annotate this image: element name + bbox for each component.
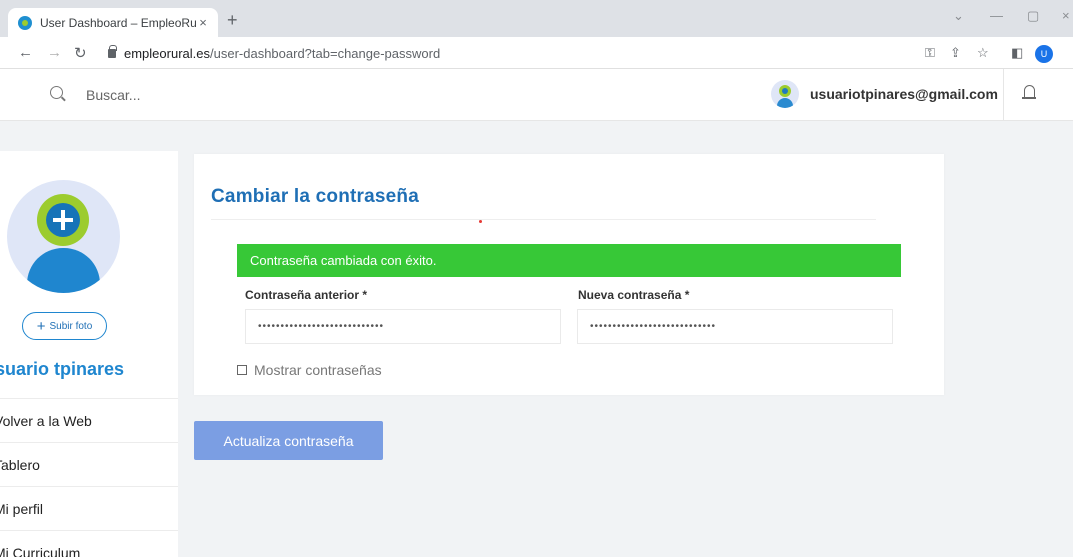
forward-arrow-icon[interactable]: →	[47, 44, 62, 61]
old-password-field[interactable]	[245, 309, 561, 344]
browser-tabstrip: User Dashboard – EmpleoRural × + ⌄ — ▢ ×	[0, 0, 1073, 37]
key-icon[interactable]: ⚿	[925, 45, 935, 61]
minimize-icon[interactable]: —	[990, 8, 1003, 23]
update-password-button[interactable]: Actualiza contraseña	[194, 421, 383, 460]
success-alert: Contraseña cambiada con éxito.	[237, 244, 901, 277]
sidebar-menu: Volver a la Web Tablero Mi perfil Mi Cur…	[0, 398, 178, 557]
divider-marker	[479, 220, 482, 223]
tab-search-icon[interactable]: ⌄	[953, 8, 964, 24]
sidebar-item-tablero[interactable]: Tablero	[0, 442, 178, 486]
url-path: /user-dashboard?tab=change-password	[210, 45, 441, 61]
site-header: usuariotpinares@gmail.com	[0, 69, 1073, 121]
search-input[interactable]	[86, 83, 286, 107]
show-passwords-label: Mostrar contraseñas	[254, 362, 382, 378]
address-bar[interactable]: empleorural.es/user-dashboard?tab=change…	[98, 41, 918, 65]
bell-icon[interactable]	[1022, 85, 1036, 99]
profile-name: Usuario tpinares	[0, 359, 125, 379]
sidepanel-icon[interactable]: ◧	[1011, 45, 1023, 61]
header-divider	[1003, 69, 1004, 121]
page-title: Cambiar la contraseña	[211, 186, 420, 207]
url-host: empleorural.es	[124, 45, 210, 61]
tab-title: User Dashboard – EmpleoRural	[40, 15, 196, 30]
star-icon[interactable]: ☆	[977, 45, 989, 61]
profile-avatar	[7, 180, 120, 293]
plus-icon: +	[36, 317, 46, 335]
show-passwords-toggle[interactable]: Mostrar contraseñas	[237, 362, 382, 378]
browser-toolbar: ← → ↻ empleorural.es/user-dashboard?tab=…	[0, 37, 1073, 69]
sidebar-item-mi-curriculum[interactable]: Mi Curriculum	[0, 530, 178, 557]
lock-icon	[108, 44, 117, 58]
upload-photo-button[interactable]: + Subir foto	[22, 312, 107, 340]
sidebar-item-mi-perfil[interactable]: Mi perfil	[0, 486, 178, 530]
new-password-field[interactable]	[577, 309, 893, 344]
close-window-icon[interactable]: ×	[1062, 8, 1070, 23]
show-passwords-checkbox[interactable]	[237, 365, 247, 375]
share-icon[interactable]: ⇪	[950, 45, 961, 61]
site-favicon-icon	[18, 15, 32, 30]
browser-tab[interactable]: User Dashboard – EmpleoRural ×	[8, 8, 218, 37]
search-icon	[50, 86, 63, 99]
sidebar: + Subir foto Usuario tpinares Volver a l…	[0, 151, 178, 557]
back-arrow-icon[interactable]: ←	[18, 44, 33, 61]
title-divider	[211, 219, 876, 220]
new-tab-button[interactable]: +	[227, 10, 238, 31]
tab-close-icon[interactable]: ×	[196, 15, 210, 30]
new-password-label: Nueva contraseña *	[578, 288, 690, 302]
user-email[interactable]: usuariotpinares@gmail.com	[810, 86, 998, 102]
old-password-label: Contraseña anterior *	[245, 288, 368, 302]
maximize-icon[interactable]: ▢	[1027, 8, 1039, 24]
sidebar-item-volver[interactable]: Volver a la Web	[0, 398, 178, 442]
reload-icon[interactable]: ↻	[74, 44, 87, 62]
upload-photo-label: Subir foto	[49, 320, 93, 332]
change-password-card: Cambiar la contraseña Contraseña cambiad…	[194, 154, 944, 395]
browser-profile-avatar[interactable]: U	[1035, 45, 1053, 63]
header-avatar[interactable]	[771, 80, 799, 108]
